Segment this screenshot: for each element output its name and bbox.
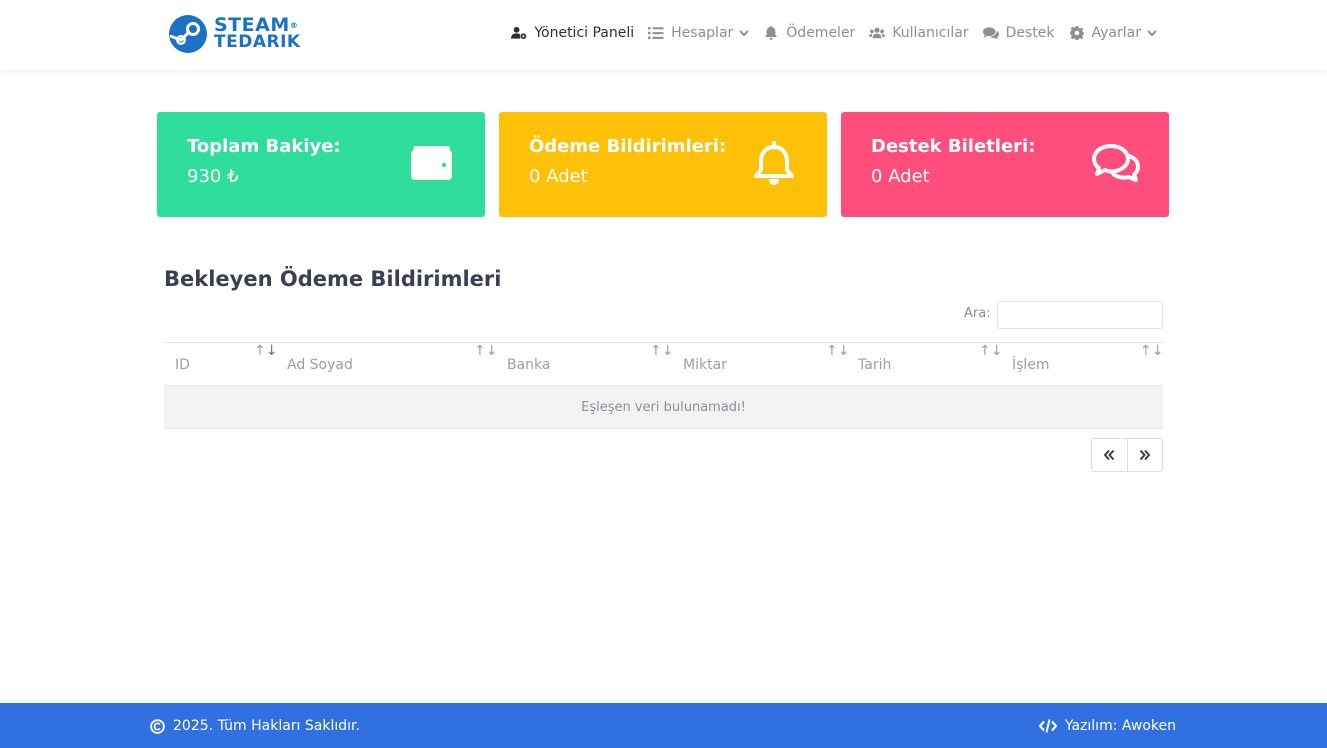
- column-header-label: İşlem: [1012, 357, 1050, 373]
- nav-users-label: Kullanıcılar: [892, 25, 969, 41]
- nav-admin-panel-label: Yönetici Paneli: [534, 25, 635, 41]
- column-header-date[interactable]: Tarih: [858, 343, 891, 387]
- logo-line2: TEDARIK: [214, 32, 301, 52]
- footer: 2025. Tüm Hakları Saklıdır. Yazılım: Awo…: [0, 703, 1327, 748]
- stat-card-payment-notifications: Ödeme Bildirimleri: 0 Adet: [499, 112, 827, 217]
- stat-card-balance: Toplam Bakiye: 930 ₺: [157, 112, 485, 217]
- footer-copyright-text: 2025. Tüm Hakları Saklıdır.: [173, 718, 360, 734]
- double-chevron-left-icon: [1104, 449, 1115, 461]
- stat-card-payment-value: 0 Adet: [529, 166, 588, 187]
- gear-icon: [1069, 26, 1084, 40]
- empty-table-row: Eşleşen veri bulunamadı!: [164, 386, 1163, 429]
- nav-support-label: Destek: [1005, 25, 1055, 41]
- stat-card-support-title: Destek Biletleri:: [871, 136, 1036, 157]
- nav-payments-label: Ödemeler: [786, 25, 856, 41]
- search-input[interactable]: [997, 301, 1163, 329]
- copyright-icon: [150, 718, 165, 734]
- payment-notifications-table: ID ↑ ↓ Ad Soyad ↑↓ Banka ↑↓ Miktar ↑↓ Tar…: [164, 342, 1163, 429]
- stat-card-support-value: 0 Adet: [871, 166, 930, 187]
- stat-card-payment-title: Ödeme Bildirimleri:: [529, 136, 727, 157]
- previous-page-button[interactable]: [1092, 439, 1127, 471]
- nav-accounts-label: Hesaplar: [671, 25, 734, 41]
- chevron-down-icon: [739, 30, 749, 37]
- comments-icon: [1092, 144, 1140, 182]
- column-header-amount[interactable]: Miktar: [683, 343, 727, 387]
- nav-accounts[interactable]: Hesaplar: [648, 25, 749, 41]
- brand-logo[interactable]: STEAM® TEDARIK: [168, 14, 301, 54]
- pagination: [1091, 438, 1163, 472]
- sort-icon: ↑↓: [1140, 343, 1164, 359]
- user-gear-icon: [511, 26, 527, 39]
- column-header-label: Tarih: [858, 357, 892, 373]
- footer-copyright: 2025. Tüm Hakları Saklıdır.: [150, 718, 360, 734]
- steam-logo-icon: [169, 15, 207, 53]
- next-page-button[interactable]: [1126, 439, 1162, 471]
- stat-card-support-tickets: Destek Biletleri: 0 Adet: [841, 112, 1169, 217]
- main-nav: Yönetici Paneli Hesaplar Ödemeler Kullan…: [497, 24, 1157, 42]
- bell-icon: [765, 26, 778, 40]
- bell-icon: [754, 141, 794, 185]
- nav-support[interactable]: Destek: [982, 25, 1055, 41]
- column-header-label: Ad Soyad: [287, 357, 353, 373]
- stat-card-balance-title: Toplam Bakiye:: [187, 136, 341, 157]
- nav-payments[interactable]: Ödemeler: [763, 25, 855, 41]
- column-header-id[interactable]: ID: [175, 343, 190, 387]
- list-icon: [648, 27, 664, 40]
- code-icon: [1038, 719, 1057, 733]
- nav-admin-panel[interactable]: Yönetici Paneli: [511, 25, 634, 41]
- sort-icon: ↑↓: [650, 343, 674, 359]
- column-header-label: Banka: [507, 357, 551, 373]
- column-header-label: ID: [175, 357, 190, 373]
- chevron-down-icon: [1147, 30, 1157, 37]
- column-header-bank[interactable]: Banka: [507, 343, 551, 387]
- comments-icon: [982, 27, 999, 40]
- sort-icon: ↑↓: [474, 343, 498, 359]
- top-navbar: STEAM® TEDARIK Yönetici Paneli Hesaplar …: [0, 0, 1327, 70]
- search-label: Ara:: [964, 306, 991, 321]
- stat-card-balance-value: 930 ₺: [187, 166, 239, 187]
- nav-settings[interactable]: Ayarlar: [1069, 25, 1157, 41]
- section-title: Bekleyen Ödeme Bildirimleri: [164, 267, 502, 291]
- table-header: ID ↑ ↓ Ad Soyad ↑↓ Banka ↑↓ Miktar ↑↓ Tar…: [164, 342, 1163, 386]
- sort-icon: ↑↓: [254, 343, 278, 359]
- sort-icon: ↑↓: [979, 343, 1003, 359]
- logo-reg-mark: ®: [289, 21, 299, 30]
- nav-users[interactable]: Kullanıcılar: [869, 25, 969, 41]
- wallet-icon: [411, 146, 452, 180]
- column-header-name[interactable]: Ad Soyad: [287, 343, 353, 387]
- users-icon: [869, 27, 886, 39]
- footer-credit[interactable]: Yazılım: Awoken: [1038, 718, 1176, 734]
- double-chevron-right-icon: [1139, 449, 1151, 461]
- nav-settings-label: Ayarlar: [1091, 25, 1141, 41]
- footer-credit-text: Yazılım: Awoken: [1064, 718, 1176, 734]
- sort-icon: ↑↓: [826, 343, 850, 359]
- column-header-action[interactable]: İşlem: [1012, 343, 1050, 387]
- column-header-label: Miktar: [683, 357, 727, 373]
